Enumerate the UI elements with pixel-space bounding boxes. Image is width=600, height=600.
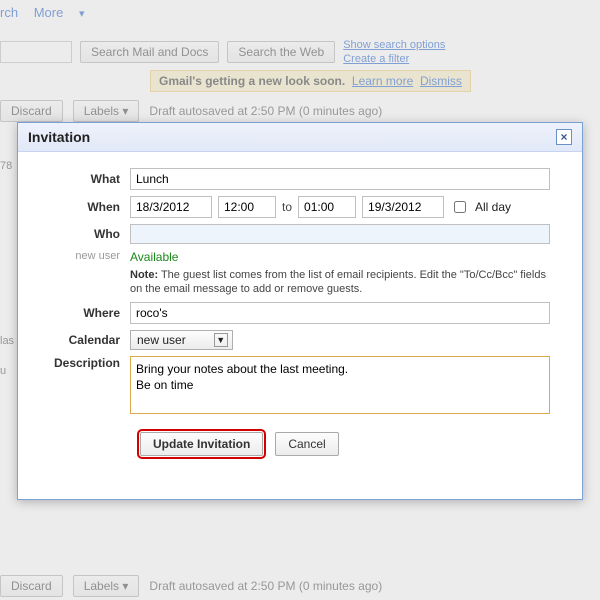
start-date-input[interactable]: [130, 196, 212, 218]
banner-learn-more-link[interactable]: Learn more: [352, 74, 413, 88]
top-nav: rch More ▾: [0, 5, 96, 20]
what-input[interactable]: [130, 168, 550, 190]
dialog-button-row: Update Invitation Cancel: [140, 432, 566, 456]
end-date-input[interactable]: [362, 196, 444, 218]
show-search-options-link[interactable]: Show search options: [343, 38, 445, 52]
all-day-checkbox[interactable]: [454, 201, 466, 213]
where-label: Where: [34, 306, 130, 320]
banner-text: Gmail's getting a new look soon.: [159, 74, 345, 88]
availability-text: Available: [130, 250, 178, 264]
new-user-label: new user: [34, 250, 130, 264]
search-web-button[interactable]: Search the Web: [227, 41, 335, 63]
banner-dismiss-link[interactable]: Dismiss: [420, 74, 462, 88]
compose-toolbar: Discard Labels ▾ Draft autosaved at 2:50…: [0, 100, 382, 122]
nav-more[interactable]: More ▾: [34, 5, 85, 20]
close-icon[interactable]: ×: [556, 129, 572, 145]
search-input[interactable]: [0, 41, 72, 63]
search-mail-docs-button[interactable]: Search Mail and Docs: [80, 41, 219, 63]
create-filter-link[interactable]: Create a filter: [343, 52, 445, 66]
note-bold: Note:: [130, 269, 158, 281]
invitation-dialog: Invitation × What When to All day Who: [17, 122, 583, 500]
dialog-title: Invitation: [28, 129, 90, 145]
cancel-button[interactable]: Cancel: [275, 432, 338, 456]
sidebar-fragment-2: las: [0, 335, 14, 347]
who-input[interactable]: [130, 224, 550, 244]
end-time-input[interactable]: [298, 196, 356, 218]
where-input[interactable]: [130, 302, 550, 324]
discard-button-2[interactable]: Discard: [0, 575, 63, 597]
nav-search-fragment[interactable]: rch: [0, 5, 18, 20]
calendar-select[interactable]: new user ▼: [130, 330, 233, 350]
search-row: Search Mail and Docs Search the Web Show…: [0, 38, 445, 66]
to-label: to: [282, 200, 292, 214]
compose-toolbar-bottom: Discard Labels ▾ Draft autosaved at 2:50…: [0, 575, 382, 597]
description-label: Description: [34, 356, 130, 370]
new-look-banner: Gmail's getting a new look soon. Learn m…: [150, 70, 471, 92]
note-text: The guest list comes from the list of em…: [130, 269, 546, 295]
what-label: What: [34, 172, 130, 186]
dialog-header: Invitation ×: [18, 123, 582, 152]
who-label: Who: [34, 227, 130, 241]
all-day-label: All day: [475, 200, 511, 214]
dialog-body: What When to All day Who new: [18, 152, 582, 468]
description-textarea[interactable]: [130, 356, 550, 414]
sidebar-fragment-3: u: [0, 365, 6, 377]
chevron-down-icon: ▼: [214, 333, 228, 347]
calendar-value: new user: [137, 333, 186, 347]
discard-button[interactable]: Discard: [0, 100, 63, 122]
autosave-text-2: Draft autosaved at 2:50 PM (0 minutes ag…: [149, 579, 382, 593]
sidebar-fragment-1: 78: [0, 160, 12, 172]
update-invitation-button[interactable]: Update Invitation: [140, 432, 263, 456]
calendar-label: Calendar: [34, 333, 130, 347]
labels-button[interactable]: Labels ▾: [73, 100, 140, 122]
when-label: When: [34, 200, 130, 214]
guest-note: Note: The guest list comes from the list…: [130, 268, 566, 296]
labels-button-2[interactable]: Labels ▾: [73, 575, 140, 597]
search-links: Show search options Create a filter: [343, 38, 445, 66]
autosave-text: Draft autosaved at 2:50 PM (0 minutes ag…: [149, 104, 382, 118]
start-time-input[interactable]: [218, 196, 276, 218]
